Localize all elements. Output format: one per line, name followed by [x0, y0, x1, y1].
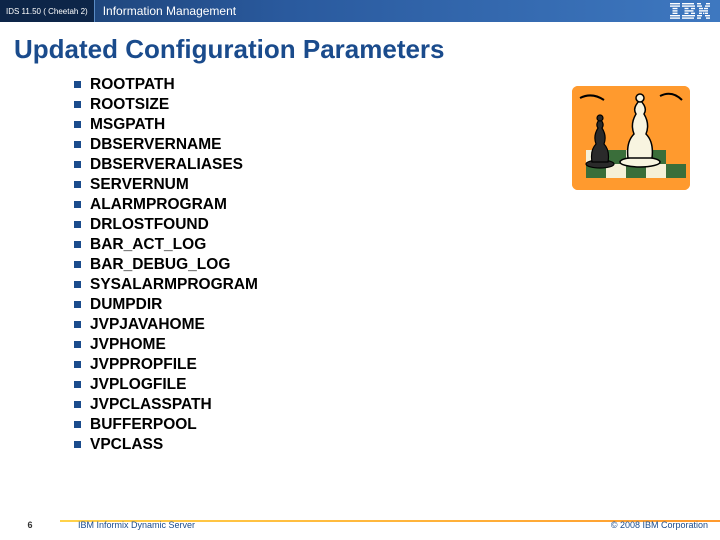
- list-item: MSGPATH: [74, 115, 258, 135]
- list-item: JVPJAVAHOME: [74, 315, 258, 335]
- list-item: SYSALARMPROGRAM: [74, 275, 258, 295]
- list-item: DUMPDIR: [74, 295, 258, 315]
- list-item: JVPHOME: [74, 335, 258, 355]
- parameter-list: ROOTPATH ROOTSIZE MSGPATH DBSERVERNAME D…: [74, 75, 258, 455]
- slide-title: Updated Configuration Parameters: [0, 22, 720, 73]
- topbar-version-label: IDS 11.50 ( Cheetah 2): [0, 0, 95, 22]
- list-item: ROOTPATH: [74, 75, 258, 95]
- list-item: JVPCLASSPATH: [74, 395, 258, 415]
- list-item: JVPLOGFILE: [74, 375, 258, 395]
- footer-product-label: IBM Informix Dynamic Server: [60, 520, 195, 530]
- chess-illustration-icon: [572, 86, 690, 190]
- list-item: SERVERNUM: [74, 175, 258, 195]
- topbar-title: Information Management: [95, 4, 236, 18]
- top-bar: IDS 11.50 ( Cheetah 2) Information Manag…: [0, 0, 720, 22]
- footer-copyright: © 2008 IBM Corporation: [611, 520, 708, 530]
- footer: 6 IBM Informix Dynamic Server © 2008 IBM…: [0, 516, 720, 534]
- list-item: DBSERVERALIASES: [74, 155, 258, 175]
- list-item: ROOTSIZE: [74, 95, 258, 115]
- list-item: DBSERVERNAME: [74, 135, 258, 155]
- ibm-logo-icon: [670, 3, 710, 19]
- list-item: VPCLASS: [74, 435, 258, 455]
- list-item: BAR_ACT_LOG: [74, 235, 258, 255]
- list-item: ALARMPROGRAM: [74, 195, 258, 215]
- list-item: BUFFERPOOL: [74, 415, 258, 435]
- list-item: BAR_DEBUG_LOG: [74, 255, 258, 275]
- page-number: 6: [0, 520, 60, 530]
- list-item: JVPPROPFILE: [74, 355, 258, 375]
- list-item: DRLOSTFOUND: [74, 215, 258, 235]
